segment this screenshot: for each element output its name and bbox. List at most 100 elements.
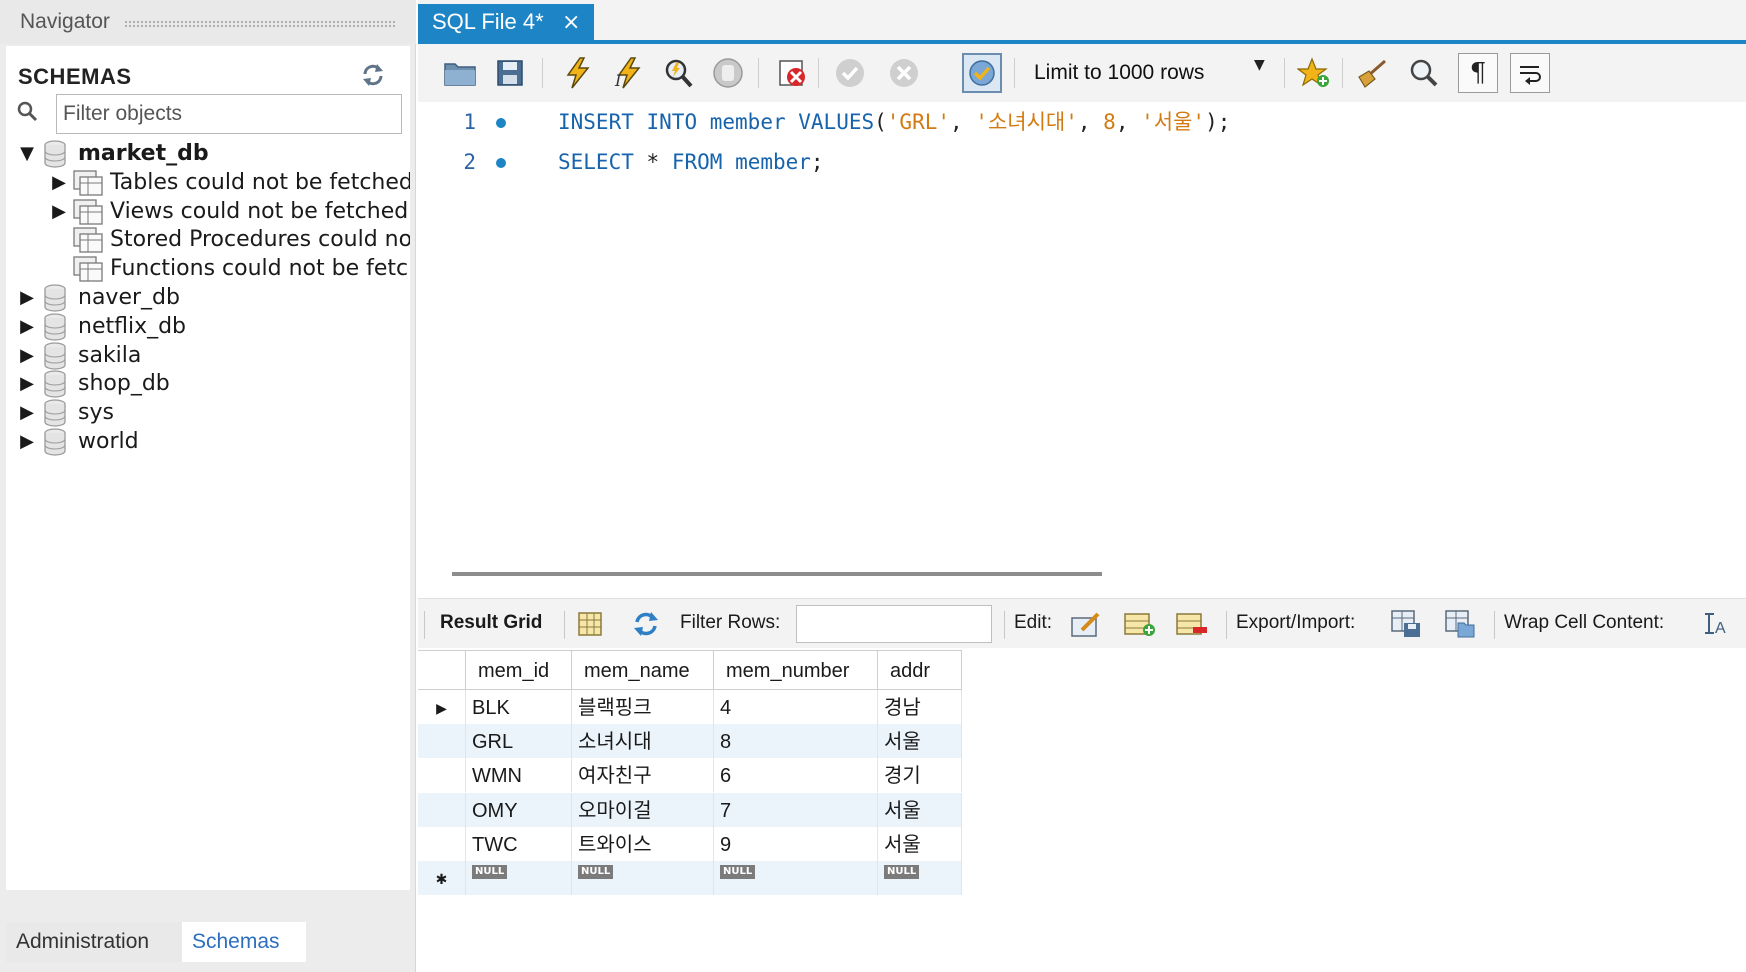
save-icon[interactable] <box>490 53 530 93</box>
find-magnifier-icon[interactable] <box>1404 53 1444 93</box>
table-cell[interactable]: 트와이스 <box>572 826 714 861</box>
rollback-x-icon[interactable] <box>884 53 924 93</box>
table-cell[interactable]: 경기 <box>878 758 962 793</box>
schema-item[interactable]: ▶ world <box>6 426 410 458</box>
add-row-icon[interactable] <box>1122 607 1158 641</box>
stop-hand-icon[interactable] <box>708 53 748 93</box>
row-marker <box>418 724 466 759</box>
filter-objects-input[interactable] <box>56 94 402 134</box>
navigator-drag-handle[interactable] <box>124 20 396 28</box>
table-cell[interactable]: NULL <box>878 861 962 895</box>
table-cell[interactable]: NULL <box>714 861 878 895</box>
table-cell[interactable]: 서울 <box>878 826 962 861</box>
table-row[interactable]: ▶ BLK 블랙핑크 4 경남 <box>418 690 962 724</box>
table-cell[interactable]: WMN <box>466 758 572 793</box>
tab-administration[interactable]: Administration <box>6 922 182 962</box>
filter-rows-input[interactable] <box>796 605 992 643</box>
database-icon <box>42 341 68 371</box>
result-grid-tab[interactable]: Result Grid <box>440 612 542 634</box>
word-wrap-icon[interactable] <box>1510 53 1550 93</box>
expand-arrow-icon[interactable]: ▶ <box>16 311 38 343</box>
table-row[interactable]: GRL 소녀시대 8 서울 <box>418 724 962 759</box>
table-cell[interactable]: TWC <box>466 826 572 861</box>
table-cell[interactable]: NULL <box>466 861 572 895</box>
table-cell[interactable]: 오마이걸 <box>572 792 714 827</box>
explain-magnifier-icon[interactable] <box>658 53 698 93</box>
svg-text:A: A <box>1715 620 1726 637</box>
tab-schemas[interactable]: Schemas <box>182 922 306 962</box>
table-cell[interactable]: 블랙핑크 <box>572 690 714 724</box>
invisible-characters-icon[interactable]: ¶ <box>1458 53 1498 93</box>
table-cell[interactable]: BLK <box>466 690 572 724</box>
table-cell[interactable]: 소녀시대 <box>572 724 714 759</box>
schema-child-item[interactable]: Stored Procedures could not <box>6 224 410 256</box>
refresh-results-icon[interactable] <box>628 607 664 641</box>
delete-row-icon[interactable] <box>1174 607 1210 641</box>
expand-arrow-icon[interactable]: ▶ <box>16 397 38 429</box>
edit-row-pencil-icon[interactable] <box>1068 607 1104 641</box>
execute-lightning-icon[interactable] <box>558 53 598 93</box>
row-marker <box>418 758 466 793</box>
close-icon[interactable]: × <box>562 10 580 35</box>
wrap-cell-content-icon[interactable]: A <box>1698 607 1734 641</box>
table-cell[interactable]: 서울 <box>878 724 962 759</box>
commit-check-icon[interactable] <box>830 53 870 93</box>
table-row[interactable]: WMN 여자친구 6 경기 <box>418 758 962 793</box>
table-cell[interactable]: OMY <box>466 792 572 827</box>
grid-layout-icon[interactable] <box>572 607 608 641</box>
editor-horizontal-scrollbar[interactable] <box>452 572 1102 576</box>
sql-editor-panel: SQL File 4* × I Limit to 1000 rows ▼ ¶ 1… <box>418 0 1746 972</box>
toolbar-separator <box>1004 611 1005 639</box>
autocommit-toggle-icon[interactable] <box>962 53 1002 93</box>
tab-sql-file[interactable]: SQL File 4* × <box>418 4 594 44</box>
table-cell[interactable]: 6 <box>714 758 878 793</box>
stop-on-error-icon[interactable] <box>772 53 812 93</box>
expand-arrow-icon[interactable]: ▶ <box>16 426 38 458</box>
schema-item[interactable]: ▶ sakila <box>6 340 410 372</box>
execute-current-statement-icon[interactable]: I <box>608 53 648 93</box>
column-header[interactable]: mem_id <box>466 651 572 691</box>
column-header[interactable]: addr <box>878 651 962 691</box>
schema-item[interactable]: ▶ netflix_db <box>6 311 410 343</box>
new-row[interactable]: ✱ NULL NULL NULL NULL <box>418 861 962 895</box>
chevron-down-icon[interactable]: ▼ <box>1254 57 1265 73</box>
table-cell[interactable]: 8 <box>714 724 878 759</box>
refresh-schemas-icon[interactable] <box>358 62 388 92</box>
table-cell[interactable]: 서울 <box>878 792 962 827</box>
beautify-broom-icon[interactable] <box>1352 53 1392 93</box>
expand-arrow-icon[interactable]: ▶ <box>16 340 38 372</box>
table-cell[interactable]: 9 <box>714 826 878 861</box>
schema-child-item[interactable]: Functions could not be fetch <box>6 253 410 285</box>
sql-code-area[interactable]: 1 INSERT INTO member VALUES('GRL', '소녀시대… <box>418 102 1746 558</box>
column-header[interactable]: mem_name <box>572 651 714 691</box>
schema-item[interactable]: ▶ naver_db <box>6 282 410 314</box>
table-cell[interactable]: 4 <box>714 690 878 724</box>
expand-arrow-icon[interactable]: ▶ <box>16 282 38 314</box>
schema-child-item[interactable]: ▶ Views could not be fetched <box>6 196 410 228</box>
schema-name: sys <box>78 400 114 426</box>
export-icon[interactable] <box>1388 607 1424 641</box>
schema-child-label: Stored Procedures could not <box>110 227 410 253</box>
table-cell[interactable]: 경남 <box>878 690 962 724</box>
expand-arrow-icon[interactable]: ▶ <box>48 167 70 199</box>
schema-item[interactable]: ▼ market_db <box>6 138 410 170</box>
add-snippet-star-icon[interactable] <box>1294 53 1334 93</box>
toolbar-separator <box>1494 611 1495 639</box>
expand-arrow-icon[interactable]: ▶ <box>16 368 38 400</box>
schema-item[interactable]: ▶ sys <box>6 397 410 429</box>
open-folder-icon[interactable] <box>440 53 480 93</box>
table-cell[interactable]: GRL <box>466 724 572 759</box>
table-cell[interactable]: NULL <box>572 861 714 895</box>
table-cell[interactable]: 여자친구 <box>572 758 714 793</box>
import-icon[interactable] <box>1442 607 1478 641</box>
collapse-arrow-icon[interactable]: ▼ <box>16 138 38 170</box>
schema-child-item[interactable]: ▶ Tables could not be fetched <box>6 167 410 199</box>
toolbar-separator <box>564 611 565 639</box>
table-row[interactable]: OMY 오마이걸 7 서울 <box>418 792 962 827</box>
limit-rows-select[interactable]: Limit to 1000 rows <box>1024 53 1274 93</box>
table-row[interactable]: TWC 트와이스 9 서울 <box>418 826 962 861</box>
column-header[interactable]: mem_number <box>714 651 878 691</box>
schema-item[interactable]: ▶ shop_db <box>6 368 410 400</box>
expand-arrow-icon[interactable]: ▶ <box>48 196 70 228</box>
table-cell[interactable]: 7 <box>714 792 878 827</box>
